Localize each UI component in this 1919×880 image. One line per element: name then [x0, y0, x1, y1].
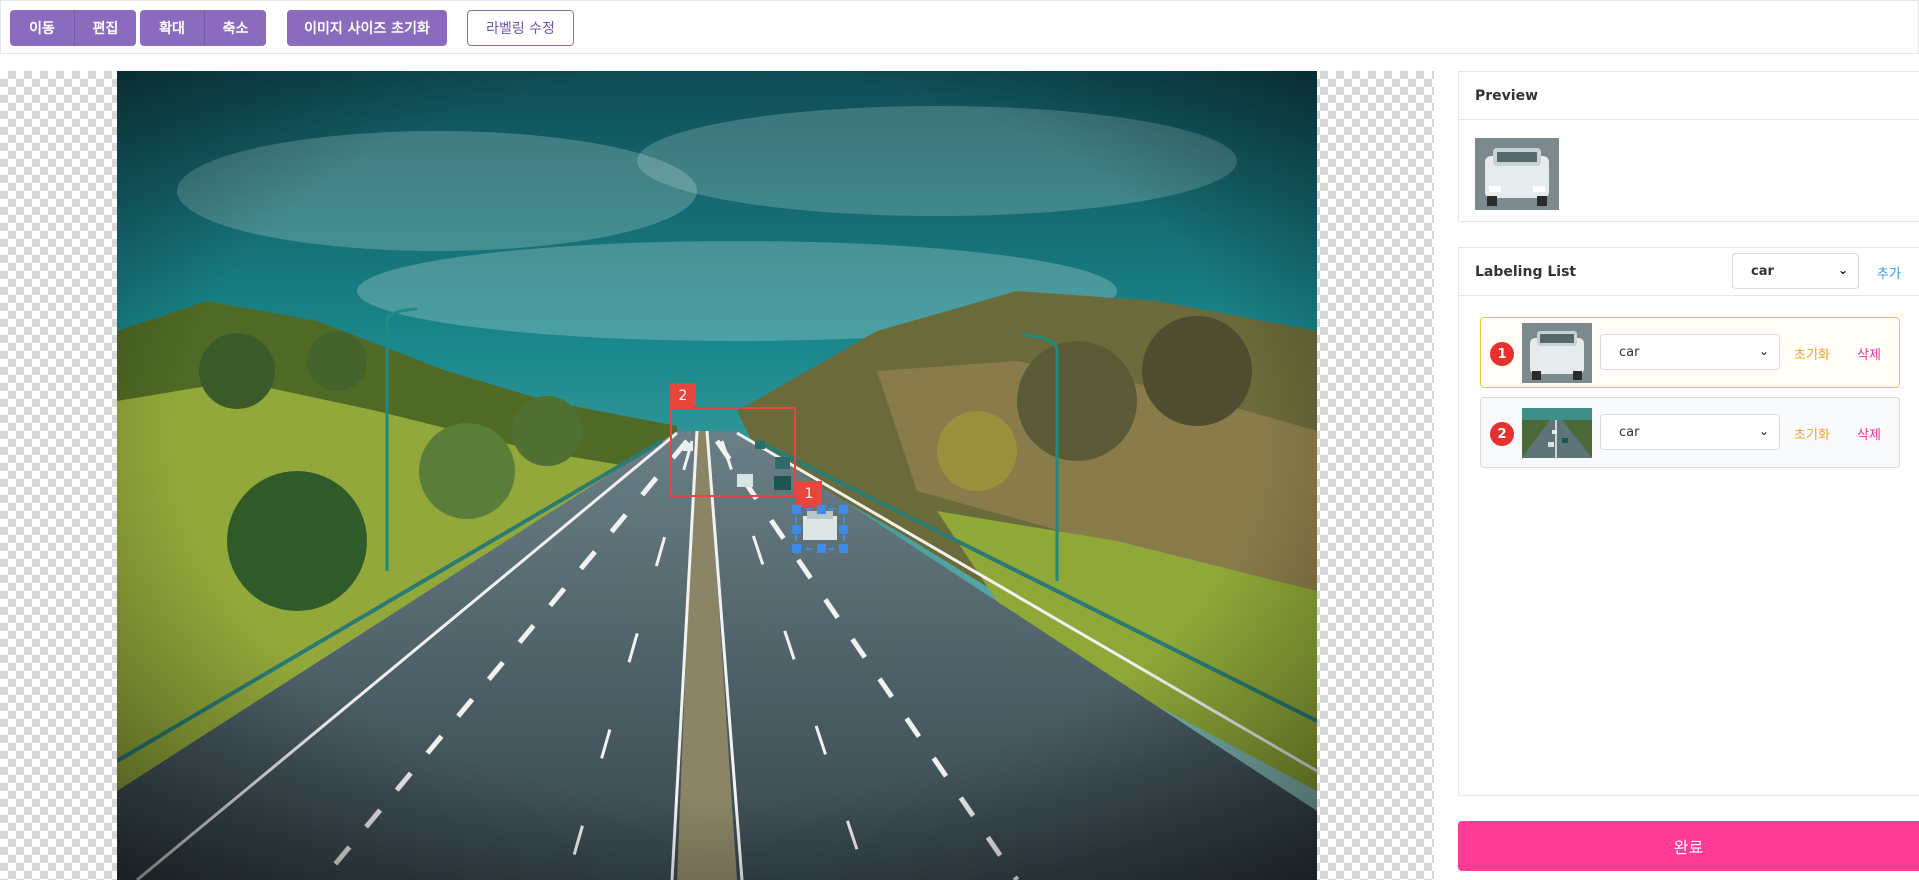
label-class-value: car: [1619, 424, 1640, 440]
label-class-value: car: [1619, 344, 1640, 360]
resize-handle[interactable]: [839, 544, 848, 553]
resize-handle[interactable]: [839, 505, 848, 514]
add-label-link[interactable]: 추가: [1877, 263, 1901, 282]
zoom-out-button[interactable]: 축소: [204, 10, 266, 46]
labeling-canvas[interactable]: 2 1: [0, 71, 1434, 880]
resize-handle[interactable]: [817, 544, 826, 553]
bounding-box-2[interactable]: 2: [670, 383, 796, 497]
reset-size-group: 이미지 사이즈 초기화: [287, 10, 447, 46]
resize-handle[interactable]: [792, 525, 801, 534]
label-thumbnail: [1522, 408, 1592, 458]
reset-link[interactable]: 초기화: [1794, 344, 1830, 363]
zoom-button-group: 확대 축소: [140, 10, 266, 46]
preview-panel: Preview: [1458, 71, 1919, 222]
label-number: 2: [1490, 422, 1514, 446]
delete-link[interactable]: 삭제: [1857, 424, 1881, 443]
toolbar: 이동 편집 확대 축소 이미지 사이즈 초기화 라벨링 수정: [0, 0, 1919, 54]
label-number: 1: [1490, 342, 1514, 366]
label-thumbnail: [1522, 323, 1592, 383]
label-item-1[interactable]: 1 car ⌄ 초기화 삭제: [1480, 317, 1900, 388]
edit-labeling-button[interactable]: 라벨링 수정: [467, 10, 574, 46]
chevron-down-icon: ⌄: [1758, 344, 1769, 358]
resize-handle[interactable]: [792, 505, 801, 514]
labeling-list-panel: Labeling List car ⌄ 추가 1 car ⌄ 초기화 삭제 2 …: [1458, 247, 1919, 796]
chevron-down-icon: ⌄: [1837, 263, 1848, 277]
label-class-select[interactable]: car ⌄: [1600, 414, 1780, 450]
chevron-down-icon: ⌄: [1758, 424, 1769, 438]
class-select[interactable]: car ⌄: [1732, 253, 1859, 289]
label-item-2[interactable]: 2 car ⌄ 초기화 삭제: [1480, 397, 1900, 468]
move-button[interactable]: 이동: [10, 10, 74, 46]
preview-title: Preview: [1459, 72, 1919, 120]
resize-handle[interactable]: [839, 525, 848, 534]
bounding-box-tag: 2: [670, 383, 696, 409]
delete-link[interactable]: 삭제: [1857, 344, 1881, 363]
resize-handle[interactable]: [817, 505, 826, 514]
edit-button[interactable]: 편집: [74, 10, 136, 46]
class-select-value: car: [1751, 263, 1774, 279]
reset-image-size-button[interactable]: 이미지 사이즈 초기화: [287, 10, 447, 46]
label-class-select[interactable]: car ⌄: [1600, 334, 1780, 370]
zoom-in-button[interactable]: 확대: [140, 10, 204, 46]
done-button[interactable]: 완료: [1458, 821, 1919, 871]
mode-button-group: 이동 편집: [10, 10, 136, 46]
preview-image: [1475, 138, 1559, 210]
highway-photo: 2 1: [117, 71, 1317, 880]
bounding-box-tag: 1: [796, 481, 822, 507]
labeling-list-header: Labeling List car ⌄ 추가: [1459, 248, 1919, 296]
resize-handle[interactable]: [792, 544, 801, 553]
reset-link[interactable]: 초기화: [1794, 424, 1830, 443]
bounding-box-1[interactable]: 1: [792, 481, 848, 553]
labeling-list-title: Labeling List: [1475, 263, 1577, 280]
